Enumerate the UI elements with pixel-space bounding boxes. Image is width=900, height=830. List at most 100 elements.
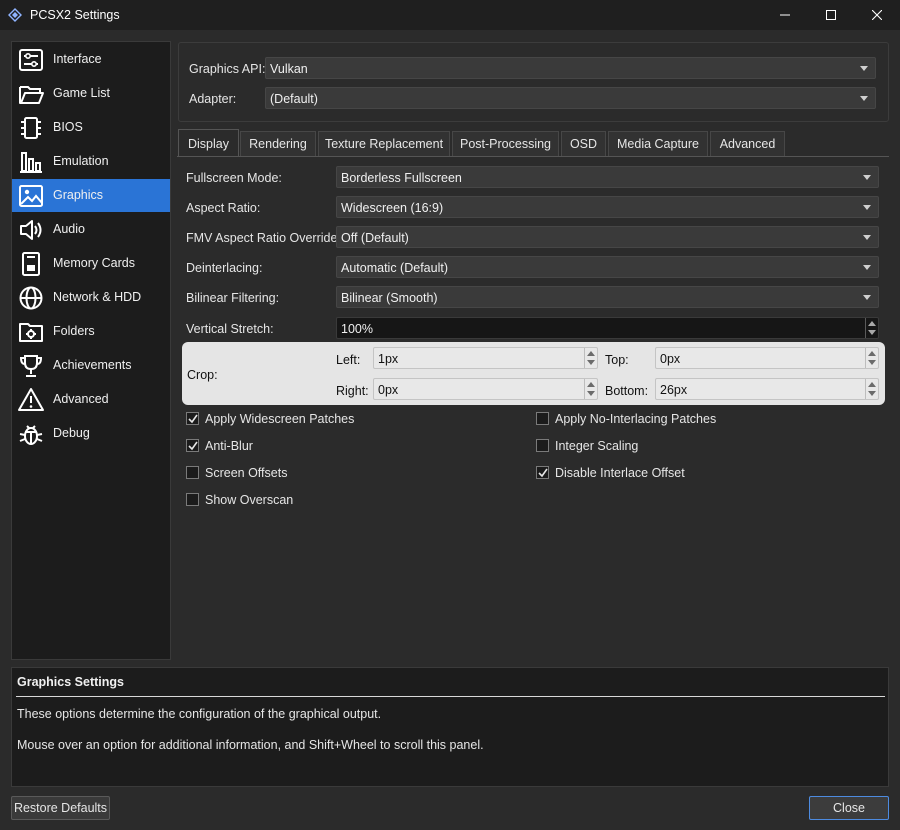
graphics-api-select[interactable]: Vulkan [265, 57, 876, 79]
crop-bottom-spinbox[interactable]: 26px [655, 378, 879, 400]
spin-buttons[interactable] [865, 348, 878, 368]
adapter-value: (Default) [270, 92, 318, 106]
maximize-button[interactable] [808, 0, 854, 30]
sidebar-item-advanced[interactable]: Advanced [12, 383, 170, 416]
checkbox-box [186, 439, 199, 452]
restore-defaults-button[interactable]: Restore Defaults [11, 796, 110, 820]
sidebar-label-achievements: Achievements [53, 358, 132, 372]
spin-up-icon [587, 382, 595, 387]
integer-scaling-checkbox[interactable]: Integer Scaling [536, 438, 836, 454]
screen-offsets-checkbox[interactable]: Screen Offsets [186, 465, 486, 481]
spin-buttons[interactable] [584, 379, 597, 399]
spin-up-icon [868, 321, 876, 326]
checkbox-box [536, 412, 549, 425]
sidebar-item-audio[interactable]: Audio [12, 213, 170, 246]
sidebar-label-memory-cards: Memory Cards [53, 256, 135, 270]
tab-media-capture[interactable]: Media Capture [608, 131, 708, 156]
tab-label: Media Capture [617, 137, 699, 151]
apply-widescreen-patches-checkbox[interactable]: Apply Widescreen Patches [186, 411, 486, 427]
sidebar-label-graphics: Graphics [53, 188, 104, 202]
tab-texture-replacement[interactable]: Texture Replacement [318, 131, 450, 156]
crop-left-spinbox[interactable]: 1px [373, 347, 598, 369]
sidebar-item-memory-cards[interactable]: Memory Cards [12, 247, 170, 280]
chevron-down-icon [863, 235, 871, 240]
fmv-aspect-select[interactable]: Off (Default) [336, 226, 879, 248]
anti-blur-checkbox[interactable]: Anti-Blur [186, 438, 486, 454]
aspect-ratio-select[interactable]: Widescreen (16:9) [336, 196, 879, 218]
check-icon [188, 414, 198, 424]
spin-up-icon [868, 351, 876, 356]
checkbox-box [536, 466, 549, 479]
minimize-button[interactable] [762, 0, 808, 30]
sidebar-item-debug[interactable]: Debug [12, 417, 170, 450]
tab-rendering[interactable]: Rendering [240, 131, 316, 156]
window-title: PCSX2 Settings [30, 8, 120, 22]
sidebar-item-game-list[interactable]: Game List [12, 77, 170, 110]
apply-no-interlacing-patches-checkbox[interactable]: Apply No-Interlacing Patches [536, 411, 836, 427]
close-window-button[interactable] [854, 0, 900, 30]
deinterlacing-label: Deinterlacing: [186, 261, 263, 275]
sidebar-item-achievements[interactable]: Achievements [12, 349, 170, 382]
tab-label: Post-Processing [459, 137, 551, 151]
fmv-aspect-value: Off (Default) [341, 231, 409, 245]
spin-buttons[interactable] [584, 348, 597, 368]
tab-label: Texture Replacement [324, 137, 444, 151]
tab-post-processing[interactable]: Post-Processing [452, 131, 559, 156]
crop-top-spinbox[interactable]: 0px [655, 347, 879, 369]
globe-icon [17, 284, 45, 312]
crop-right-value: 0px [378, 383, 399, 397]
crop-top-value: 0px [660, 352, 681, 366]
sidebar-item-bios[interactable]: BIOS [12, 111, 170, 144]
close-button[interactable]: Close [809, 796, 889, 820]
trophy-icon [17, 352, 45, 380]
tab-bar-divider [177, 156, 889, 157]
sidebar-item-interface[interactable]: Interface [12, 43, 170, 76]
tab-osd[interactable]: OSD [561, 131, 606, 156]
sidebar-item-folders[interactable]: Folders [12, 315, 170, 348]
spin-buttons[interactable] [865, 318, 878, 338]
chevron-down-icon [863, 175, 871, 180]
checkbox-label: Disable Interlace Offset [555, 466, 685, 480]
checkbox-box [186, 466, 199, 479]
tab-display[interactable]: Display [178, 129, 239, 157]
sidebar-label-emulation: Emulation [53, 154, 109, 168]
vertical-stretch-spinbox[interactable]: 100% [336, 317, 879, 339]
show-overscan-checkbox[interactable]: Show Overscan [186, 492, 486, 508]
adapter-select[interactable]: (Default) [265, 87, 876, 109]
vertical-stretch-value: 100% [341, 322, 373, 336]
disable-interlace-offset-checkbox[interactable]: Disable Interlace Offset [536, 465, 836, 481]
fmv-aspect-label: FMV Aspect Ratio Override: [186, 231, 341, 245]
spin-down-icon [868, 360, 876, 365]
emulation-chart-icon [17, 148, 45, 176]
graphics-api-value: Vulkan [270, 62, 308, 76]
sidebar-label-advanced: Advanced [53, 392, 109, 406]
sidebar-item-graphics[interactable]: Graphics [12, 179, 170, 212]
sidebar-item-emulation[interactable]: Emulation [12, 145, 170, 178]
spin-buttons[interactable] [865, 379, 878, 399]
fullscreen-mode-select[interactable]: Borderless Fullscreen [336, 166, 879, 188]
spin-down-icon [868, 330, 876, 335]
crop-right-spinbox[interactable]: 0px [373, 378, 598, 400]
graphics-api-group [178, 42, 889, 122]
image-icon [17, 182, 45, 210]
tab-label: Advanced [719, 137, 776, 151]
deinterlacing-value: Automatic (Default) [341, 261, 448, 275]
folder-open-icon [17, 80, 45, 108]
info-divider [16, 696, 885, 697]
close-icon [872, 10, 882, 20]
folder-gear-icon [17, 318, 45, 346]
deinterlacing-select[interactable]: Automatic (Default) [336, 256, 879, 278]
chip-icon [17, 114, 45, 142]
crop-bottom-value: 26px [660, 383, 688, 397]
checkbox-label: Anti-Blur [205, 439, 253, 453]
crop-left-label: Left: [336, 353, 361, 367]
speaker-icon [17, 216, 45, 244]
tab-advanced[interactable]: Advanced [710, 131, 785, 156]
sidebar-item-network-hdd[interactable]: Network & HDD [12, 281, 170, 314]
sidebar-label-debug: Debug [53, 426, 90, 440]
spin-up-icon [587, 351, 595, 356]
crop-right-label: Right: [336, 384, 369, 398]
bilinear-filtering-select[interactable]: Bilinear (Smooth) [336, 286, 879, 308]
crop-left-value: 1px [378, 352, 399, 366]
crop-group: Crop: Left: 1px Top: 0px Right: 0px Bott… [182, 342, 885, 405]
